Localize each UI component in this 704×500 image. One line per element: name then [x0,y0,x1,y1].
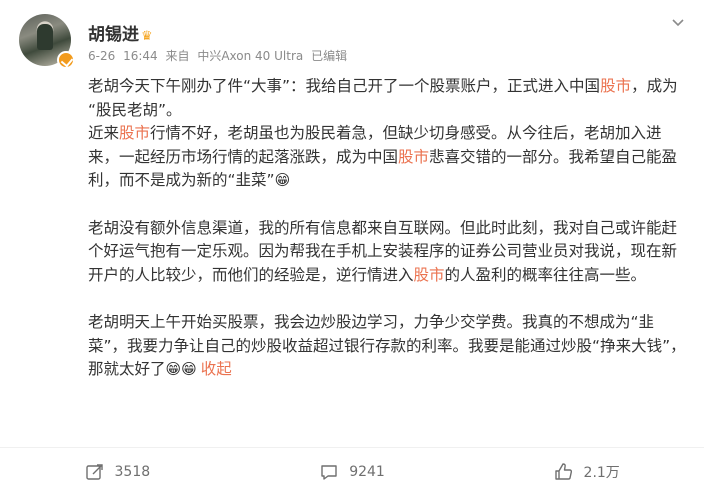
comment-count: 9241 [349,464,385,480]
comment-icon [321,465,337,480]
post-meta: 6-26 16:44 来自 中兴Axon 40 Ultra 已编辑 [88,47,351,64]
post-date[interactable]: 6-26 [88,49,115,63]
crown-icon: ♛ [141,29,153,44]
chevron-down-icon[interactable] [670,14,686,30]
share-button[interactable]: 3518 [0,448,235,496]
grin-emoji-icon: 😁 [274,171,291,190]
post-text: 的人盈利的概率往往高一些。 [444,265,647,284]
post-content: 老胡今天下午刚办了件“大事”：我给自己开了一个股票账户，正式进入中国股市，成为 … [88,75,688,382]
comment-button[interactable]: 9241 [235,448,470,496]
avatar[interactable] [19,14,75,69]
action-bar: 3518 9241 2.1万 [0,448,704,496]
share-count: 3518 [114,464,151,480]
keyword-link[interactable]: 股市 [398,148,429,166]
post-paragraph: 老胡明天上午开始买股票，我会边炒股边学习，力争少交学费。我真的不想成为“韭菜”，… [88,311,688,382]
source-device[interactable]: 中兴Axon 40 Ultra [197,49,303,63]
keyword-link[interactable]: 股市 [414,266,445,284]
grin-emoji-icon: 😁 [165,360,182,379]
post-paragraph: 近来股市行情不好，老胡虽也为股民着急，但缺少切身感受。从今往后，老胡加入进来，一… [88,122,688,193]
verified-badge-icon [57,51,75,69]
like-count: 2.1万 [583,465,620,481]
share-icon [85,464,103,480]
keyword-link[interactable]: 股市 [119,124,150,142]
post-text: 近来 [88,124,120,143]
thumbs-up-icon [554,463,572,480]
avatar-photo [37,24,53,50]
keyword-link[interactable]: 股市 [600,77,631,95]
collapse-link[interactable]: 收起 [201,360,232,378]
post-paragraph: 老胡没有额外信息渠道，我的所有信息都来自互联网。但此时此刻，我对自己或许能赶个好… [88,217,688,288]
post-time[interactable]: 16:44 [123,49,158,63]
username-label[interactable]: 胡锡进 [88,25,139,45]
grin-emoji-icon: 😁 [181,360,197,379]
edited-label[interactable]: 已编辑 [311,49,347,63]
post-paragraph: 老胡今天下午刚办了件“大事”：我给自己开了一个股票账户，正式进入中国股市，成为 … [88,75,688,122]
post-text: 老胡今天下午刚办了件“大事”：我给自己开了一个股票账户，正式进入中国 [88,77,601,95]
username[interactable]: 胡锡进 ♛ [88,20,153,45]
like-button[interactable]: 2.1万 [469,448,704,496]
source-prefix: 来自 [165,49,190,63]
